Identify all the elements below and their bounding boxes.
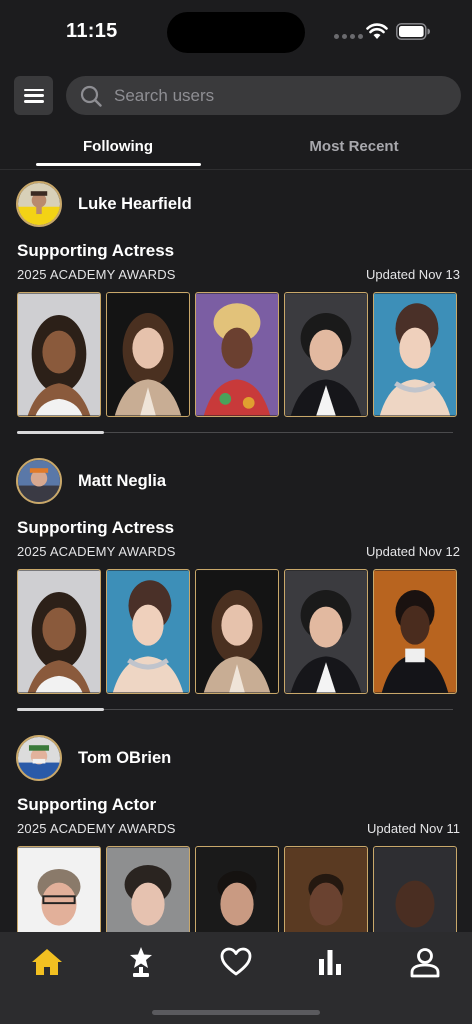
nominee-photo[interactable]	[284, 569, 368, 694]
nominee-photo[interactable]	[195, 569, 279, 694]
nominee-photo[interactable]	[373, 569, 457, 694]
nominee-photo[interactable]	[17, 292, 101, 417]
nominee-photo[interactable]	[373, 846, 457, 932]
battery-icon	[396, 23, 430, 40]
heart-icon	[220, 947, 252, 976]
category-title[interactable]: Supporting Actress	[17, 518, 174, 538]
menu-button[interactable]	[14, 76, 53, 115]
feed-post[interactable]: Tom OBrien Supporting Actor 2025 ACADEMY…	[0, 724, 472, 932]
nominee-photo[interactable]	[373, 292, 457, 417]
tab-awards[interactable]	[121, 942, 161, 982]
search-input[interactable]	[114, 76, 444, 115]
chart-icon	[319, 950, 341, 975]
home-icon	[32, 949, 62, 975]
tab-most-recent[interactable]: Most Recent	[236, 138, 472, 155]
feed-post[interactable]: Luke Hearfield Supporting Actress 2025 A…	[0, 170, 472, 447]
nominee-photo[interactable]	[284, 292, 368, 417]
search-bar[interactable]	[66, 76, 461, 115]
tab-stats[interactable]	[310, 942, 350, 982]
nominee-photo[interactable]	[17, 846, 101, 932]
nominee-photo[interactable]	[17, 569, 101, 694]
updated-date: Updated Nov 12	[366, 544, 460, 559]
nominee-photo[interactable]	[106, 569, 190, 694]
nominee-photo[interactable]	[106, 846, 190, 932]
avatar[interactable]	[16, 458, 62, 504]
hamburger-icon	[23, 88, 44, 103]
username[interactable]: Tom OBrien	[78, 749, 171, 768]
cellular-signal-icon	[334, 34, 363, 39]
award-icon	[130, 947, 152, 977]
dynamic-island	[167, 12, 305, 53]
header: Following Most Recent	[0, 64, 472, 170]
tab-following[interactable]: Following	[0, 138, 236, 155]
progress-indicator	[17, 431, 105, 434]
profile-icon	[410, 948, 440, 978]
nominee-photo[interactable]	[284, 846, 368, 932]
category-title[interactable]: Supporting Actress	[17, 241, 174, 261]
nominee-photo-row	[17, 569, 457, 694]
tab-profile[interactable]	[405, 942, 445, 982]
category-title[interactable]: Supporting Actor	[17, 795, 156, 815]
active-tab-indicator	[36, 163, 201, 166]
status-time: 11:15	[66, 20, 118, 42]
progress-indicator	[17, 708, 105, 711]
updated-date: Updated Nov 11	[367, 821, 460, 836]
tab-favorites[interactable]	[216, 942, 256, 982]
feed-post[interactable]: Matt Neglia Supporting Actress 2025 ACAD…	[0, 447, 472, 724]
nominee-photo-row	[17, 292, 457, 417]
prediction-feed[interactable]: Luke Hearfield Supporting Actress 2025 A…	[0, 170, 472, 932]
username[interactable]: Matt Neglia	[78, 472, 166, 491]
status-bar: 11:15	[0, 0, 472, 64]
event-name: 2025 ACADEMY AWARDS	[17, 267, 176, 282]
nominee-photo[interactable]	[195, 292, 279, 417]
event-name: 2025 ACADEMY AWARDS	[17, 544, 176, 559]
avatar[interactable]	[16, 181, 62, 227]
search-icon	[80, 85, 102, 107]
username[interactable]: Luke Hearfield	[78, 195, 192, 214]
feed-tabs: Following Most Recent	[0, 132, 472, 170]
event-name: 2025 ACADEMY AWARDS	[17, 821, 176, 836]
tab-home[interactable]	[27, 942, 67, 982]
nominee-photo[interactable]	[106, 292, 190, 417]
avatar[interactable]	[16, 735, 62, 781]
home-indicator	[152, 1010, 320, 1015]
updated-date: Updated Nov 13	[366, 267, 460, 282]
wifi-icon	[366, 23, 388, 39]
nominee-photo-row	[17, 846, 457, 932]
nominee-photo[interactable]	[195, 846, 279, 932]
